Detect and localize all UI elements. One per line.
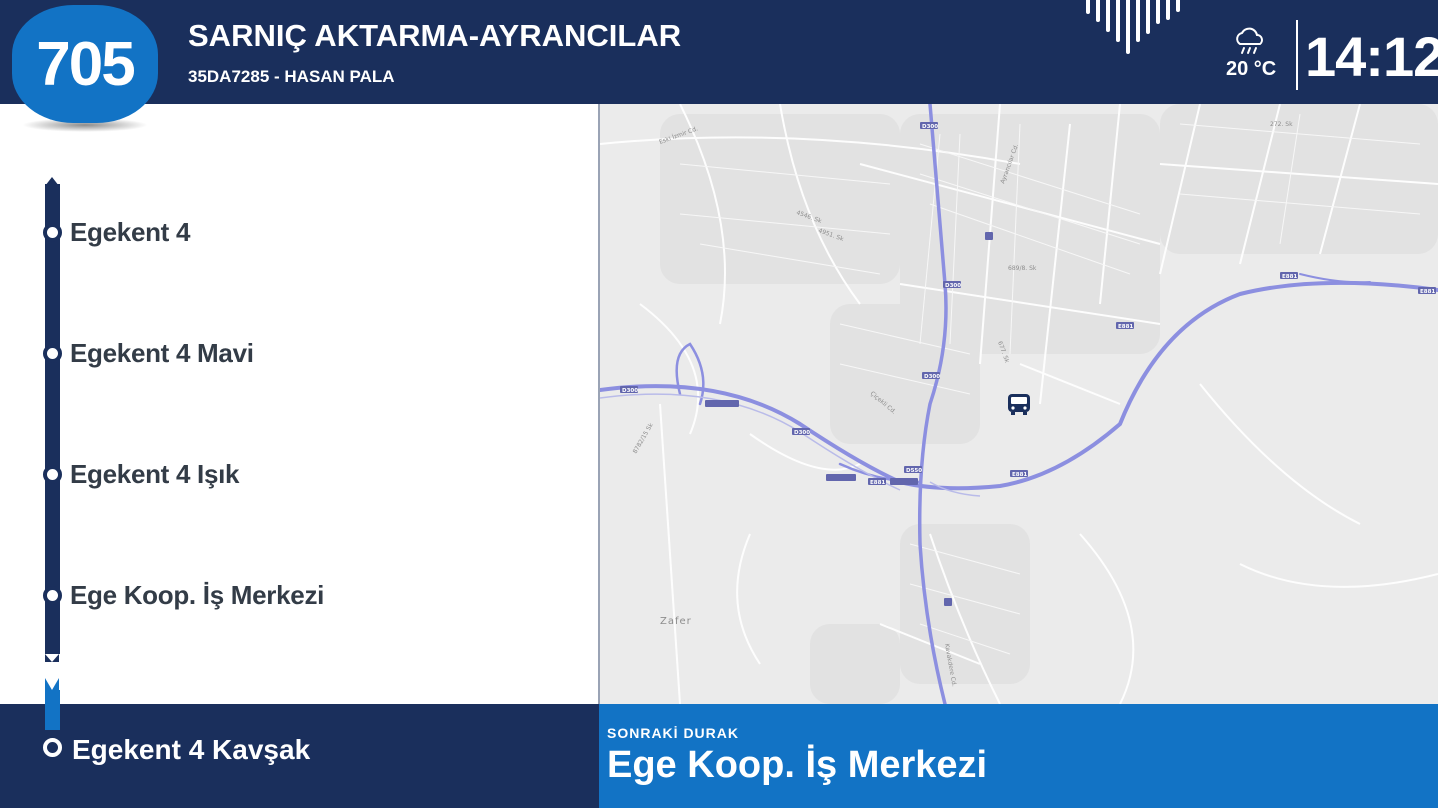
stop-dot: [43, 586, 62, 605]
svg-text:E881: E881: [1012, 472, 1027, 478]
stop-dot: [43, 223, 62, 242]
temperature: 20 °C: [1226, 58, 1277, 80]
clock: 14:12: [1305, 25, 1438, 88]
stop-label: Egekent 4 Mavi: [70, 338, 254, 368]
stop-dot: [43, 465, 62, 484]
stop-item: Ege Koop. İş Merkezi: [0, 575, 560, 615]
next-stop-name: Ege Koop. İş Merkezi: [607, 744, 988, 786]
stop-label: Egekent 4: [70, 217, 191, 247]
stop-item: Egekent 4 Işık: [0, 454, 560, 494]
svg-text:D300: D300: [622, 388, 638, 394]
header-divider: [1296, 20, 1298, 90]
route-number: 705: [36, 29, 135, 99]
svg-text:E881: E881: [1282, 274, 1297, 280]
bus-icon: [1008, 394, 1030, 415]
current-line-arrow: [45, 678, 59, 690]
stop-dot: [43, 344, 62, 363]
place-label: Zafer: [660, 616, 692, 627]
vehicle-info: 35DA7285 - HASAN PALA: [188, 67, 395, 86]
svg-text:E881: E881: [1118, 324, 1133, 330]
route-number-badge: 705: [12, 5, 158, 123]
svg-text:D300: D300: [922, 124, 938, 130]
current-stop-name: Egekent 4 Kavşak: [72, 734, 311, 765]
svg-text:E881: E881: [1420, 289, 1435, 295]
current-stop-dot: [43, 738, 62, 757]
stop-label: Ege Koop. İş Merkezi: [70, 580, 325, 610]
route-line-tail: [45, 654, 59, 662]
next-stop-panel: SONRAKİ DURAK Ege Koop. İş Merkezi: [599, 704, 1438, 808]
signal-bars-icon: [1086, 0, 1180, 54]
map-canvas: D300 D300 D300 D300 D300 D550 E881 E881 …: [600, 104, 1438, 704]
svg-text:D300: D300: [945, 283, 961, 289]
street-label: 689/8. Sk: [1008, 265, 1037, 272]
upcoming-stops-panel: Egekent 4 Egekent 4 Mavi Egekent 4 Işık …: [0, 104, 598, 704]
svg-text:D550: D550: [906, 468, 922, 474]
header-bar: SARNIÇ AKTARMA-AYRANCILAR 35DA7285 - HAS…: [0, 0, 1438, 104]
route-name: SARNIÇ AKTARMA-AYRANCILAR: [188, 18, 682, 53]
stop-label: Egekent 4 Işık: [70, 459, 240, 489]
route-map: D300 D300 D300 D300 D300 D550 E881 E881 …: [600, 104, 1438, 704]
stop-item: Egekent 4 Mavi: [0, 333, 560, 373]
svg-text:D300: D300: [794, 430, 810, 436]
current-route-line: [45, 690, 60, 730]
svg-text:D300: D300: [924, 374, 940, 380]
street-label: 272. Sk: [1270, 121, 1293, 128]
svg-text:E881: E881: [870, 480, 885, 486]
rain-cloud-icon: [1236, 27, 1263, 54]
stop-item: Egekent 4: [0, 212, 560, 252]
current-stop-panel: Egekent 4 Kavşak: [0, 678, 599, 808]
next-stop-caption: SONRAKİ DURAK: [607, 725, 739, 741]
